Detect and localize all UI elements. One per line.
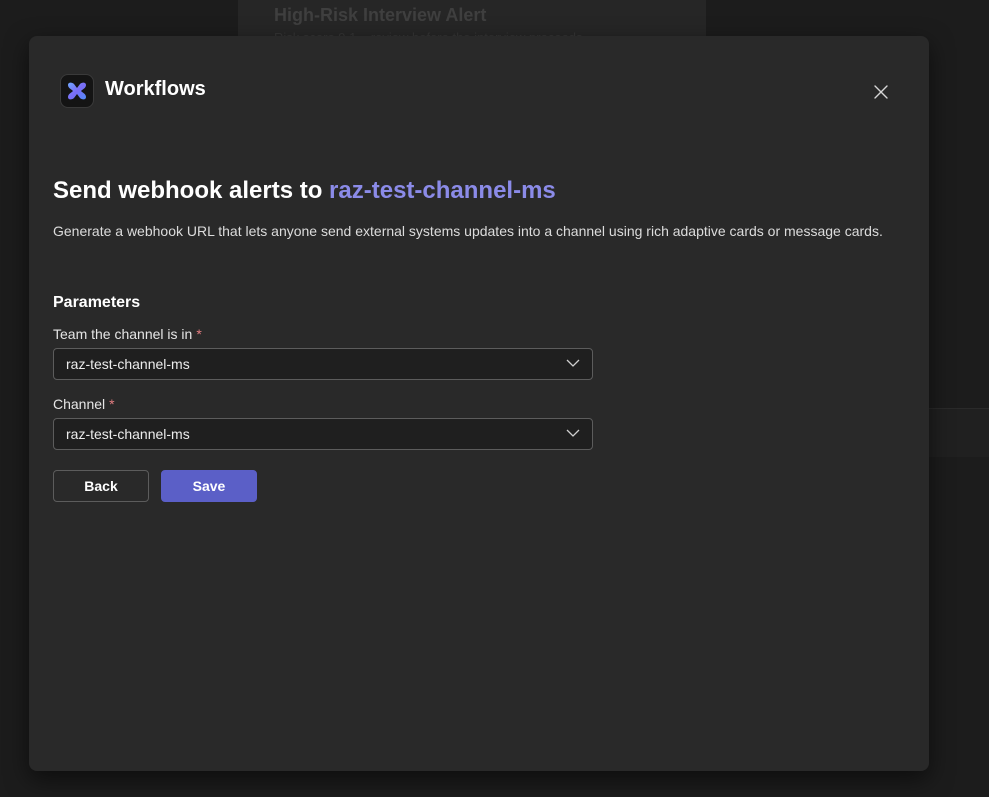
back-button[interactable]: Back [53,470,149,502]
close-icon [874,85,888,99]
close-button[interactable] [867,78,895,106]
required-marker: * [196,326,202,342]
parameters-section-title: Parameters [53,294,141,311]
heading-channel-name: raz-test-channel-ms [329,177,556,204]
workflows-dialog: Workflows Send webhook alerts to raz-tes… [29,36,929,771]
required-marker: * [109,396,115,412]
channel-field-label: Channel * [53,396,115,412]
dialog-description: Generate a webhook URL that lets anyone … [53,223,883,239]
dialog-app-title: Workflows [105,78,206,100]
team-field-label: Team the channel is in * [53,326,202,342]
heading-prefix: Send webhook alerts to [53,177,330,204]
team-label-text: Team the channel is in [53,326,193,342]
chevron-down-icon [566,429,580,437]
background-card-title: High-Risk Interview Alert [274,5,487,25]
channel-dropdown-value: raz-test-channel-ms [66,426,190,442]
chevron-down-icon [566,359,580,367]
team-dropdown-value: raz-test-channel-ms [66,356,190,372]
channel-label-text: Channel [53,396,106,412]
team-dropdown[interactable]: raz-test-channel-ms [53,348,593,380]
dialog-heading: Send webhook alerts to raz-test-channel-… [53,177,556,205]
workflows-icon [60,74,94,108]
save-button[interactable]: Save [161,470,257,502]
channel-dropdown[interactable]: raz-test-channel-ms [53,418,593,450]
